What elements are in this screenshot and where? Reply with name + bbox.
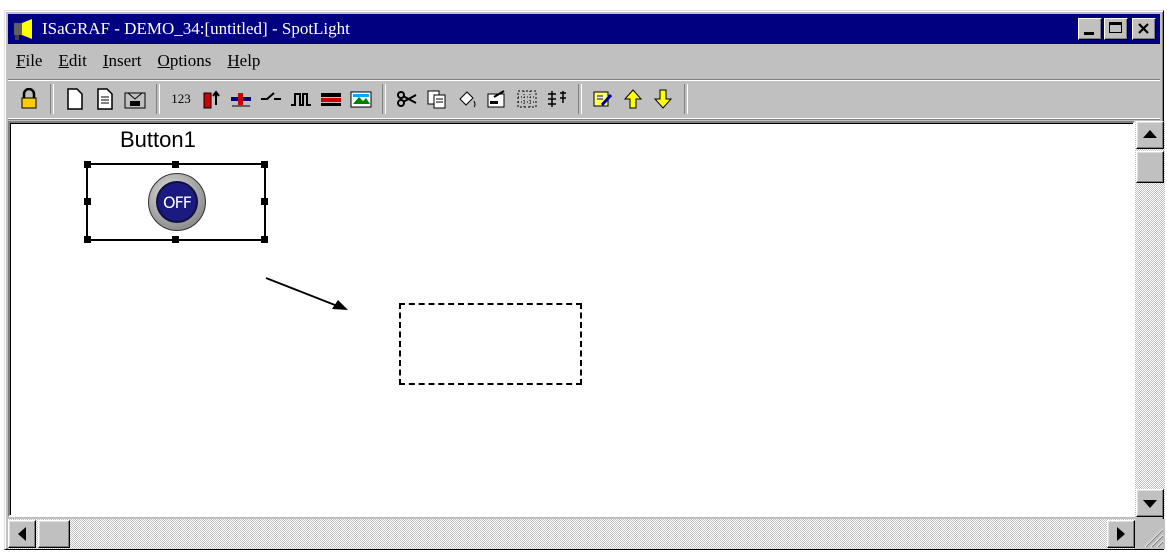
close-button[interactable] — [1132, 18, 1156, 40]
toolbar-separator — [50, 84, 54, 114]
properties-icon[interactable] — [484, 86, 510, 112]
up-arrow-icon — [1143, 130, 1157, 138]
open-file-icon[interactable] — [92, 86, 118, 112]
toolbar-separator — [382, 84, 386, 114]
close-icon — [1138, 23, 1149, 34]
design-canvas[interactable]: Button1 OFF — [8, 121, 1135, 517]
scroll-right-button[interactable] — [1107, 520, 1135, 548]
left-arrow-icon — [18, 527, 26, 541]
switch-icon[interactable] — [258, 86, 284, 112]
app-window: ISaGRAF - DEMO_34:[untitled] - SpotLight… — [4, 10, 1165, 550]
toolbar-separator — [156, 84, 160, 114]
menu-edit-label: dit — [68, 51, 87, 70]
menu-help[interactable]: Help — [219, 51, 268, 71]
toolbar-separator — [578, 84, 582, 114]
edit-object-icon[interactable] — [590, 86, 616, 112]
vertical-scrollbar[interactable] — [1135, 121, 1165, 517]
right-arrow-icon — [1117, 527, 1125, 541]
horizontal-scroll-thumb[interactable] — [38, 520, 70, 548]
menu-options-mnemonic: O — [157, 51, 170, 70]
picture-icon[interactable] — [348, 86, 374, 112]
menu-file[interactable]: File — [8, 51, 50, 71]
drag-arrow — [265, 277, 348, 310]
paint-icon[interactable] — [454, 86, 480, 112]
vertical-scroll-thumb[interactable] — [1136, 151, 1164, 183]
menu-options-label: ptions — [169, 51, 212, 70]
menu-edit[interactable]: Edit — [50, 51, 94, 71]
new-file-icon[interactable] — [62, 86, 88, 112]
menu-edit-mnemonic: E — [58, 51, 69, 70]
copy-icon[interactable] — [424, 86, 450, 112]
toolbar-separator — [684, 84, 688, 114]
menu-insert[interactable]: Insert — [95, 51, 150, 71]
menu-options[interactable]: Options — [150, 51, 220, 71]
numeric-tool[interactable]: 123 — [168, 86, 194, 112]
slider-icon[interactable] — [228, 86, 254, 112]
display-bar-icon[interactable] — [318, 86, 344, 112]
menu-file-label: ile — [25, 51, 43, 70]
drop-placeholder — [399, 303, 582, 385]
align-icon[interactable] — [544, 86, 570, 112]
toolbar: 123 — [8, 79, 1160, 119]
title-bar[interactable]: ISaGRAF - DEMO_34:[untitled] - SpotLight — [8, 14, 1160, 44]
spotlight-app-icon[interactable] — [12, 17, 38, 41]
lock-icon[interactable] — [16, 86, 42, 112]
scroll-left-button[interactable] — [8, 520, 36, 548]
move-up-icon[interactable] — [620, 86, 646, 112]
scroll-up-button[interactable] — [1136, 121, 1164, 149]
pulse-icon[interactable] — [288, 86, 314, 112]
minimize-button[interactable] — [1078, 18, 1102, 40]
down-arrow-icon — [1143, 500, 1157, 508]
maximize-button[interactable] — [1104, 18, 1128, 40]
move-down-icon[interactable] — [650, 86, 676, 112]
window-title: ISaGRAF - DEMO_34:[untitled] - SpotLight — [42, 19, 350, 38]
maximize-icon — [1109, 22, 1122, 33]
grid-icon[interactable] — [514, 86, 540, 112]
cut-icon[interactable] — [394, 86, 420, 112]
size-grip[interactable] — [1135, 519, 1165, 549]
menu-help-mnemonic: H — [227, 51, 240, 70]
resize-grip-icon — [1144, 528, 1164, 548]
horizontal-scrollbar[interactable] — [8, 519, 1135, 549]
save-icon[interactable] — [122, 86, 148, 112]
menu-help-label: elp — [239, 51, 261, 70]
minimize-icon — [1084, 32, 1094, 35]
bargraph-icon[interactable] — [198, 86, 224, 112]
menu-bar: File Edit Insert Options Help — [8, 46, 1160, 76]
menu-insert-label: nsert — [108, 51, 142, 70]
scroll-down-button[interactable] — [1136, 489, 1164, 517]
